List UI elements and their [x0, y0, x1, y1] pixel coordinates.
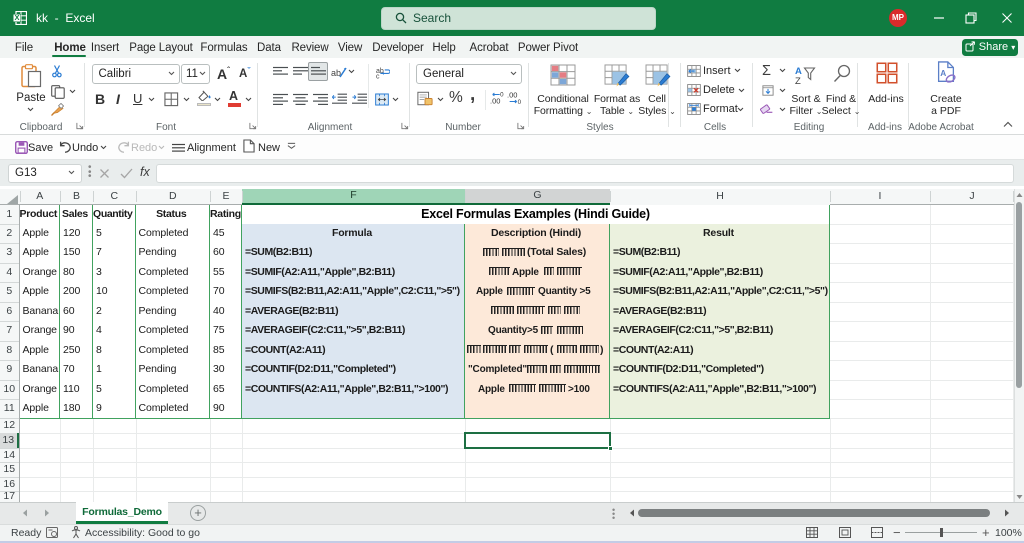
- svg-text:A: A: [940, 68, 946, 78]
- svg-text:X: X: [14, 13, 19, 22]
- svg-text:0: 0: [518, 99, 522, 105]
- svg-text:0: 0: [500, 92, 504, 99]
- svg-text:Z: Z: [795, 76, 801, 85]
- svg-text:.00: .00: [507, 91, 517, 100]
- svg-text:c: c: [376, 74, 380, 80]
- svg-text:.00: .00: [490, 97, 500, 105]
